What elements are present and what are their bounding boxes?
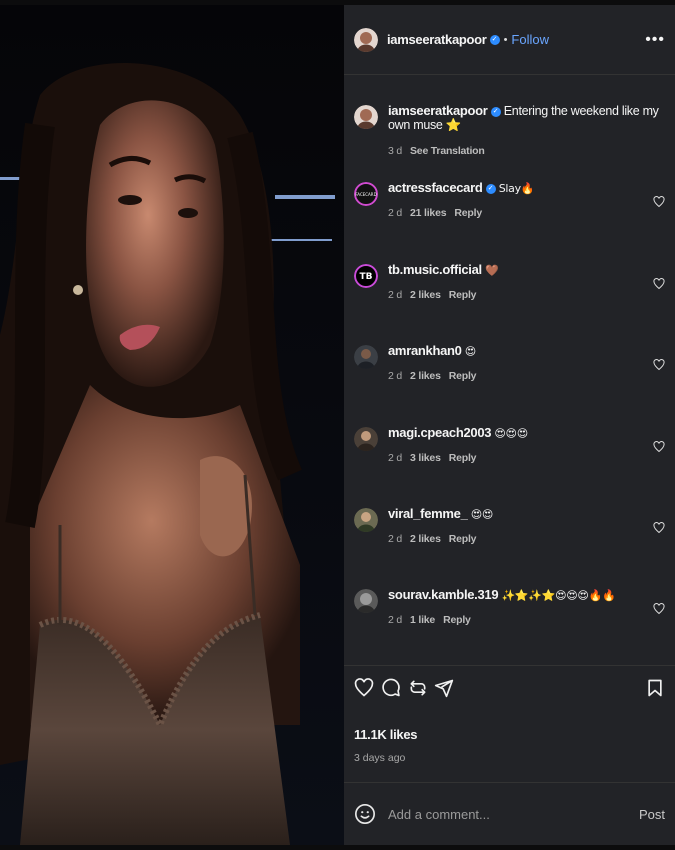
heart-icon[interactable] bbox=[354, 678, 374, 698]
comment-username[interactable]: tb.music.official bbox=[388, 262, 482, 277]
share-icon[interactable] bbox=[434, 678, 454, 698]
svg-text:TB: TB bbox=[360, 272, 373, 282]
comment-text: Slay🔥 bbox=[498, 182, 535, 195]
heart-icon[interactable] bbox=[653, 278, 665, 290]
photo-illustration bbox=[0, 5, 344, 845]
caption: iamseeratkapoor ✓ Entering the weekend li… bbox=[354, 103, 665, 157]
comment-username[interactable]: amrankhan0 bbox=[388, 343, 462, 358]
commenter-avatar[interactable] bbox=[354, 427, 378, 451]
comment-time: 2 d bbox=[388, 289, 402, 301]
comment-likes[interactable]: 2 likes bbox=[410, 533, 441, 545]
comment-username[interactable]: sourav.kamble.319 bbox=[388, 587, 499, 602]
comment-text: 😍😍 bbox=[470, 508, 494, 521]
comment-icon[interactable] bbox=[381, 678, 401, 698]
comment-time: 2 d bbox=[388, 452, 402, 464]
comment-likes[interactable]: 1 like bbox=[410, 614, 435, 626]
more-icon[interactable]: ••• bbox=[645, 31, 665, 49]
separator-dot: • bbox=[503, 33, 508, 46]
comment-likes[interactable]: 2 likes bbox=[410, 289, 441, 301]
comment-time: 2 d bbox=[388, 207, 402, 219]
post-actions: 11.1K likes 3 days ago bbox=[344, 665, 675, 781]
verified-icon: ✓ bbox=[490, 106, 501, 117]
comment-item: magi.cpeach2003 😍😍😍 2 d 3 likes Reply bbox=[354, 425, 665, 464]
commenter-avatar[interactable] bbox=[354, 345, 378, 369]
reply-button[interactable]: Reply bbox=[443, 614, 471, 626]
follow-button[interactable]: Follow bbox=[511, 32, 549, 47]
reply-button[interactable]: Reply bbox=[454, 207, 482, 219]
repost-icon[interactable] bbox=[408, 678, 428, 698]
author-avatar[interactable] bbox=[354, 27, 378, 52]
comment-username[interactable]: magi.cpeach2003 bbox=[388, 425, 491, 440]
comment-text: 😍 bbox=[464, 345, 476, 358]
comment-likes[interactable]: 21 likes bbox=[410, 207, 447, 219]
comment-likes[interactable]: 3 likes bbox=[410, 452, 441, 464]
post-side-panel: iamseeratkapoor ✓ • Follow ••• iamseerat… bbox=[344, 5, 675, 845]
comments-list[interactable]: iamseeratkapoor ✓ Entering the weekend li… bbox=[344, 75, 675, 665]
comment-time: 2 d bbox=[388, 614, 402, 626]
commenter-avatar[interactable] bbox=[354, 508, 378, 532]
commenter-avatar[interactable]: FACECARD bbox=[354, 182, 378, 206]
comment-username[interactable]: viral_femme_ bbox=[388, 506, 468, 521]
verified-icon: ✓ bbox=[489, 34, 500, 45]
post-photo[interactable] bbox=[0, 5, 344, 845]
post-timestamp: 3 days ago bbox=[354, 752, 406, 764]
reply-button[interactable]: Reply bbox=[449, 533, 477, 545]
caption-username[interactable]: iamseeratkapoor bbox=[388, 103, 488, 118]
bookmark-icon[interactable] bbox=[645, 678, 665, 698]
comment-item: amrankhan0 😍 2 d 2 likes Reply bbox=[354, 343, 665, 382]
caption-time: 3 d bbox=[388, 145, 402, 157]
verified-icon: ✓ bbox=[485, 183, 496, 194]
reply-button[interactable]: Reply bbox=[449, 452, 477, 464]
comment-time: 2 d bbox=[388, 370, 402, 382]
comment-time: 2 d bbox=[388, 533, 402, 545]
comment-item: TB tb.music.official 🤎 2 d 2 likes Reply bbox=[354, 262, 665, 301]
post-header: iamseeratkapoor ✓ • Follow ••• bbox=[344, 5, 675, 75]
comment-composer: Post bbox=[344, 782, 675, 845]
svg-text:FACECARD: FACECARD bbox=[355, 192, 376, 197]
comment-username[interactable]: actressfacecard bbox=[388, 180, 483, 195]
commenter-avatar[interactable]: TB bbox=[354, 264, 378, 288]
post-button[interactable]: Post bbox=[639, 807, 665, 822]
heart-icon[interactable] bbox=[653, 522, 665, 534]
heart-icon[interactable] bbox=[653, 603, 665, 615]
see-translation-link[interactable]: See Translation bbox=[410, 145, 485, 157]
caption-avatar[interactable] bbox=[354, 105, 378, 129]
heart-icon[interactable] bbox=[653, 441, 665, 453]
author-username[interactable]: iamseeratkapoor bbox=[387, 32, 487, 47]
commenter-avatar[interactable] bbox=[354, 589, 378, 613]
heart-icon[interactable] bbox=[653, 359, 665, 371]
likes-count[interactable]: 11.1K likes bbox=[354, 727, 418, 742]
comment-text: 🤎 bbox=[485, 264, 499, 277]
heart-icon[interactable] bbox=[653, 196, 665, 208]
reply-button[interactable]: Reply bbox=[449, 289, 477, 301]
comment-item: viral_femme_ 😍😍 2 d 2 likes Reply bbox=[354, 506, 665, 545]
comment-item: FACECARD actressfacecard ✓ Slay🔥 2 d 21 li… bbox=[354, 180, 665, 219]
comment-item: sourav.kamble.319 ✨⭐✨⭐😍😍😍🔥🔥 2 d 1 like Rep… bbox=[354, 587, 665, 626]
reply-button[interactable]: Reply bbox=[449, 370, 477, 382]
comment-likes[interactable]: 2 likes bbox=[410, 370, 441, 382]
emoji-icon[interactable] bbox=[354, 803, 376, 825]
comment-text: ✨⭐✨⭐😍😍😍🔥🔥 bbox=[501, 589, 616, 602]
comment-text: 😍😍😍 bbox=[494, 427, 528, 440]
comment-input[interactable] bbox=[386, 805, 639, 823]
post-modal: iamseeratkapoor ✓ • Follow ••• iamseerat… bbox=[0, 0, 675, 850]
